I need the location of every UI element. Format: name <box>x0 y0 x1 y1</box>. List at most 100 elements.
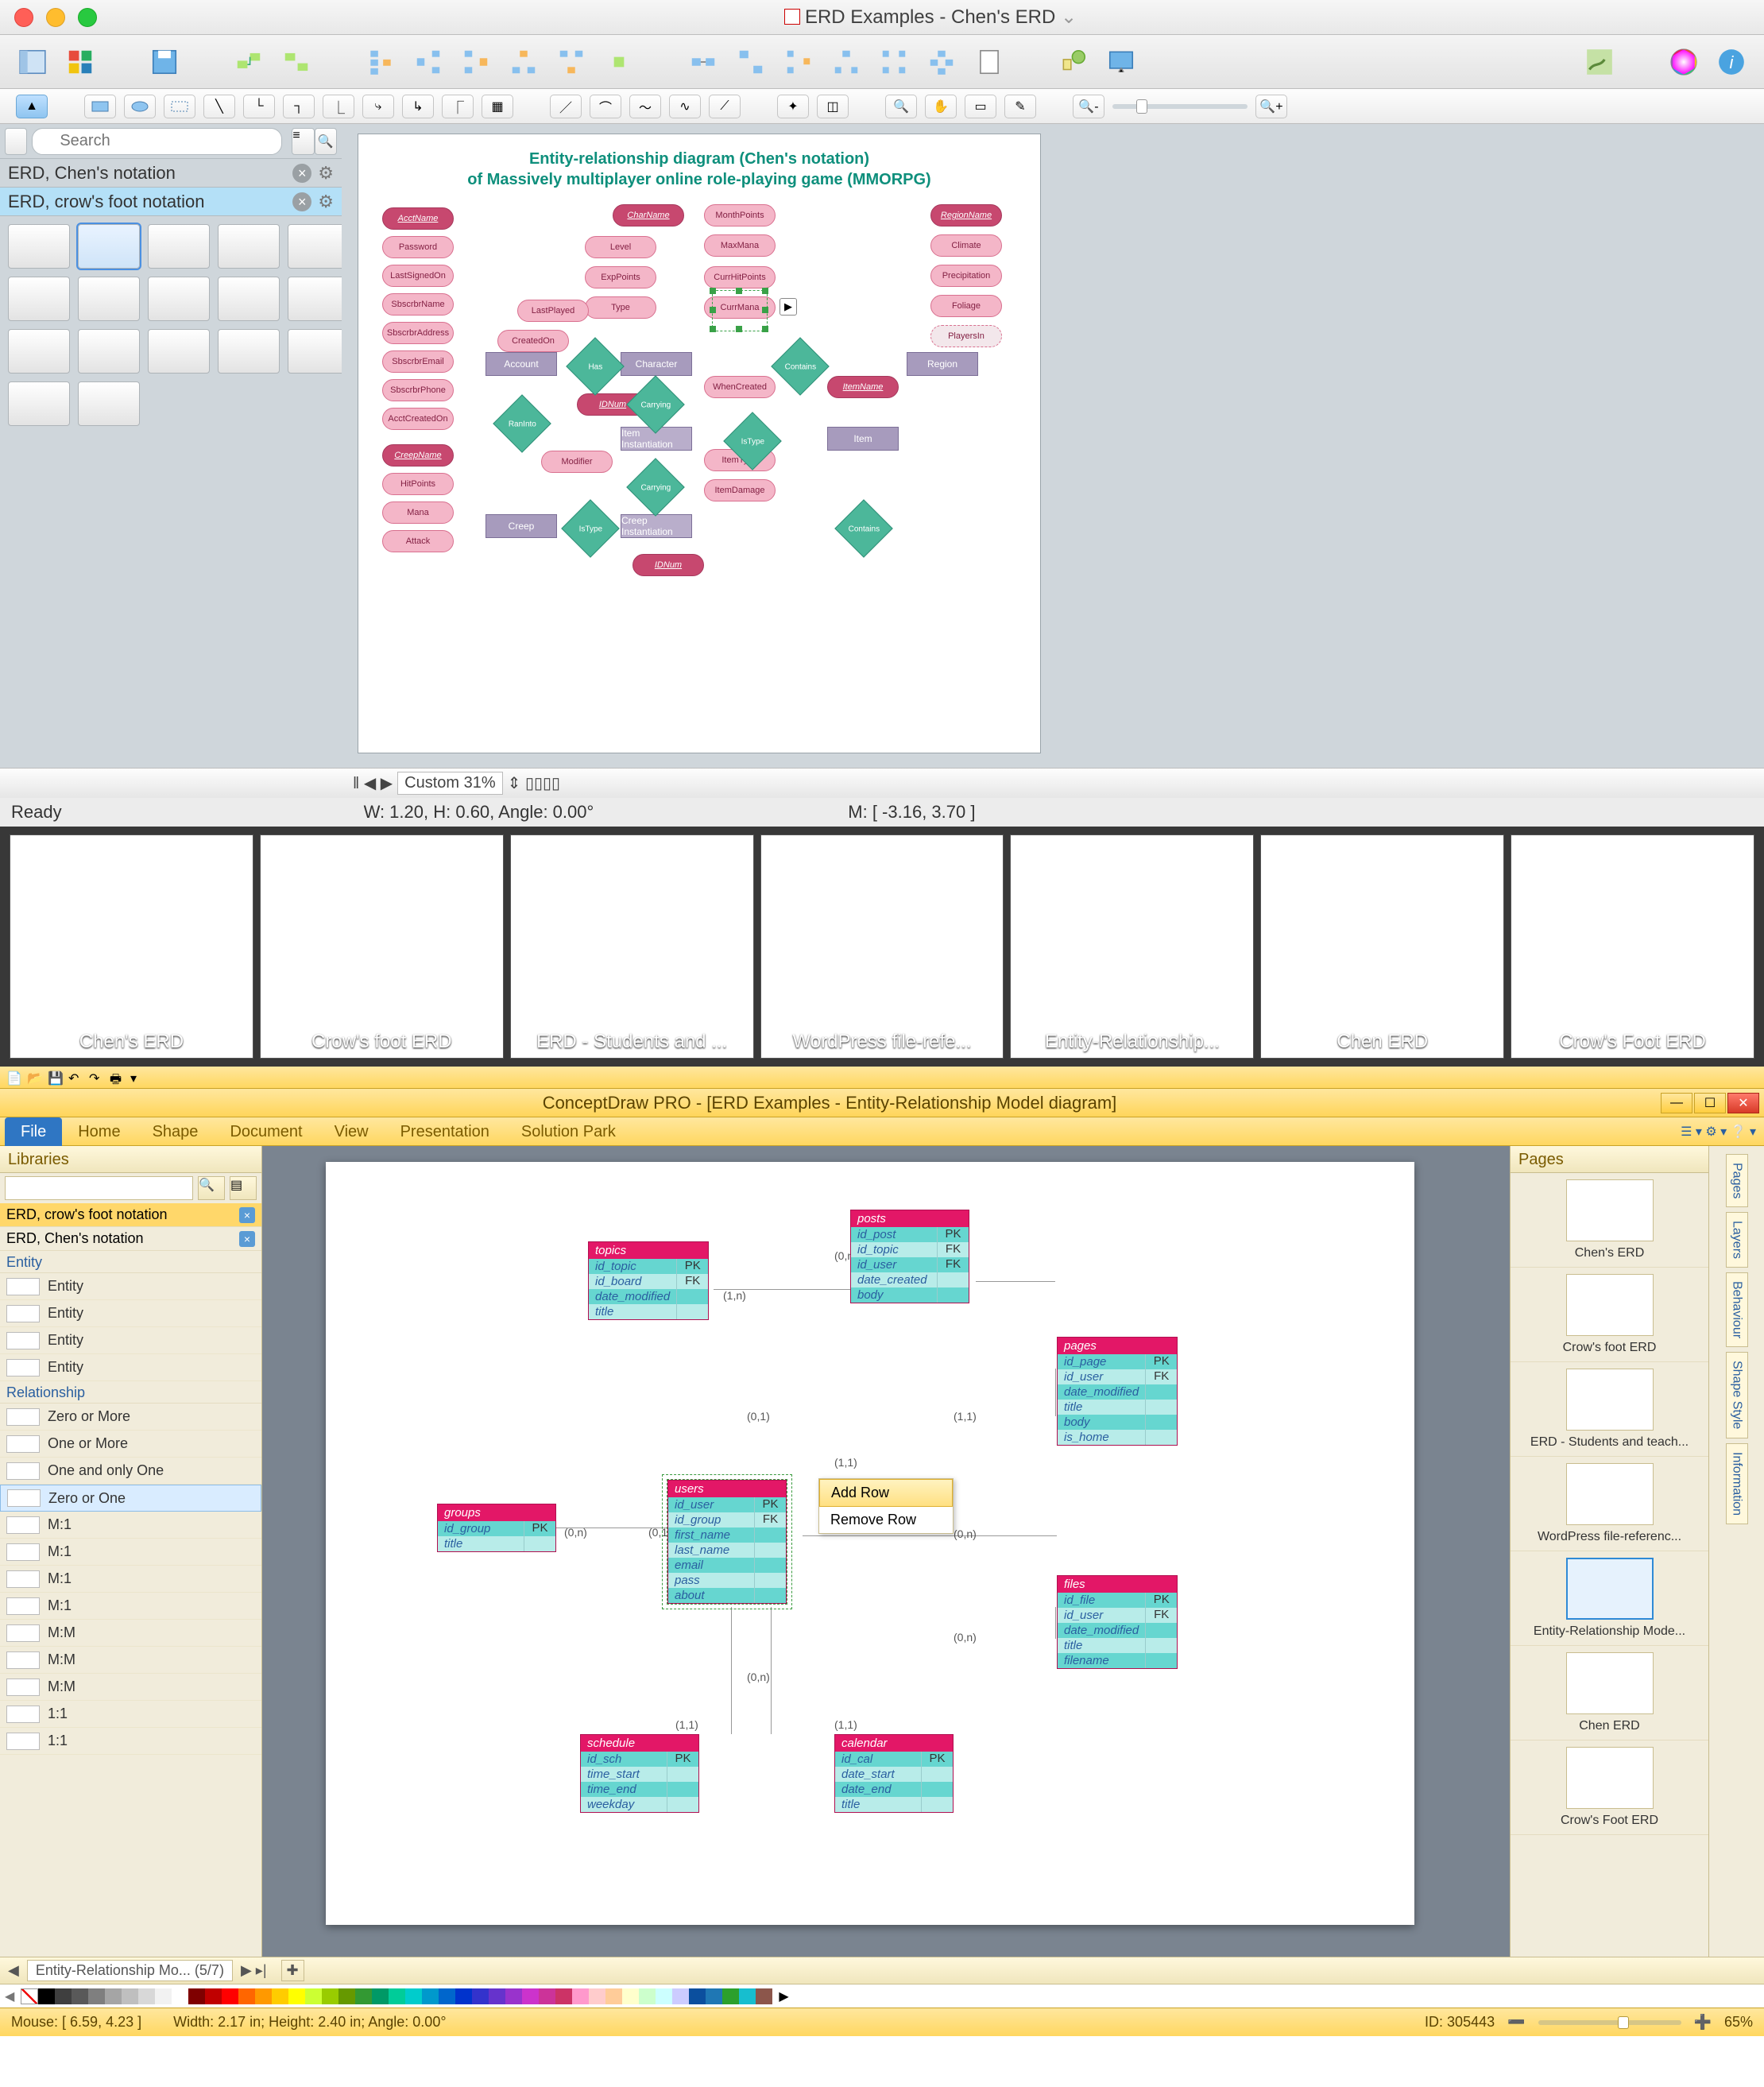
close-library-icon[interactable]: × <box>292 192 311 211</box>
color-swatch[interactable] <box>389 1988 405 2004</box>
diagram-node[interactable]: Contains <box>771 337 830 396</box>
db-table-schedule[interactable]: scheduleid_schPKtime_starttime_endweekda… <box>580 1734 699 1813</box>
gear-icon[interactable]: ⚙ <box>318 192 334 212</box>
page-thumb[interactable]: ERD - Students and teach... <box>1511 1362 1708 1457</box>
color-swatch[interactable] <box>539 1988 555 2004</box>
diagram-node[interactable]: ItemDamage <box>704 479 776 501</box>
sidebar-search-input[interactable] <box>32 128 282 155</box>
bezier-tool[interactable]: ∿ <box>669 95 701 118</box>
zoom-slider[interactable] <box>1538 2020 1681 2025</box>
library-options-button[interactable]: ▤ <box>230 1176 257 1200</box>
tool-icon[interactable] <box>459 45 493 79</box>
polyline-tool[interactable]: ⟋ <box>709 95 741 118</box>
stencil-item[interactable]: Zero or More <box>0 1404 261 1431</box>
db-table-calendar[interactable]: calendarid_calPKdate_startdate_endtitle <box>834 1734 954 1813</box>
db-table-pages[interactable]: pagesid_pagePKid_userFKdate_modifiedtitl… <box>1057 1337 1178 1446</box>
connector-tool[interactable]: └ <box>243 95 275 118</box>
search-icon[interactable]: 🔍 <box>315 128 337 155</box>
search-button[interactable]: 🔍 <box>198 1176 225 1200</box>
diagram-node[interactable]: MonthPoints <box>704 204 776 227</box>
stencil[interactable] <box>78 329 140 374</box>
tool-icon[interactable] <box>507 45 540 79</box>
sidebar-list-toggle[interactable]: ≡ <box>292 128 314 155</box>
diagram-node[interactable]: SbscrbrAddress <box>382 322 454 344</box>
stencil[interactable] <box>78 224 140 269</box>
diagram-node[interactable]: ExpPoints <box>585 266 656 288</box>
diagram-node[interactable]: Creep Instantiation <box>621 514 692 538</box>
map-icon[interactable] <box>1583 45 1616 79</box>
color-swatch[interactable] <box>88 1988 105 2004</box>
add-page-button[interactable]: ✚ <box>281 1960 304 1981</box>
qat-icon[interactable]: 📄 <box>6 1071 21 1085</box>
diagram-node[interactable]: CreepName <box>382 444 454 467</box>
page-thumb[interactable]: Chen's ERD <box>1511 1173 1708 1268</box>
color-swatch[interactable] <box>138 1988 155 2004</box>
ribbon-tab[interactable]: Home <box>62 1117 136 1146</box>
diagram-node[interactable]: Contains <box>834 499 893 558</box>
hand-tool[interactable]: ✋ <box>925 95 957 118</box>
page-thumb[interactable]: Entity-Relationship Mode... <box>1511 1551 1708 1646</box>
stencil-item[interactable]: M:M <box>0 1620 261 1647</box>
text-tool[interactable] <box>164 95 195 118</box>
win-canvas-area[interactable]: (1,n) (0,n) (1,1) (0,1) (0,n) (0,1) (1,1… <box>262 1146 1510 1957</box>
page-thumbnail[interactable]: Chen ERD <box>1260 834 1504 1059</box>
color-swatch[interactable] <box>706 1988 722 2004</box>
ribbon-tab[interactable]: View <box>319 1117 385 1146</box>
qat-icon[interactable]: 📂 <box>27 1071 41 1085</box>
qat-icon[interactable]: 💾 <box>48 1071 62 1085</box>
diagram-node[interactable]: AcctName <box>382 207 454 230</box>
diagram-node[interactable]: IsType <box>561 499 620 558</box>
qat-icon[interactable]: ▾ <box>130 1071 145 1085</box>
tool-icon[interactable] <box>555 45 588 79</box>
zoom-in-button[interactable]: ➕ <box>1694 2014 1712 2031</box>
diagram-node[interactable]: Modifier <box>541 451 613 473</box>
color-swatch[interactable] <box>322 1988 338 2004</box>
side-tab[interactable]: Behaviour <box>1726 1272 1748 1347</box>
page-icon[interactable] <box>973 45 1006 79</box>
diagram-node[interactable]: LastPlayed <box>517 300 589 322</box>
diagram-node[interactable]: CurrHitPoints <box>704 266 776 288</box>
close-library-icon[interactable]: × <box>292 164 311 183</box>
page-thumbnail[interactable]: Chen's ERD <box>10 834 253 1059</box>
diagram-node[interactable]: CreatedOn <box>497 330 569 352</box>
diagram-node[interactable]: MaxMana <box>704 234 776 257</box>
color-swatch[interactable] <box>72 1988 88 2004</box>
color-swatch[interactable] <box>255 1988 272 2004</box>
db-table-files[interactable]: filesid_filePKid_userFKdate_modifiedtitl… <box>1057 1575 1178 1669</box>
color-swatch[interactable] <box>405 1988 422 2004</box>
stencil[interactable] <box>218 277 280 321</box>
smart-action-button[interactable]: ▶ <box>779 298 797 316</box>
color-swatch[interactable] <box>505 1988 522 2004</box>
db-table-topics[interactable]: topicsid_topicPKid_boardFKdate_modifiedt… <box>588 1241 709 1320</box>
line-draw-tool[interactable]: ／ <box>550 95 582 118</box>
diagram-node[interactable]: LastSignedOn <box>382 265 454 287</box>
stencil-item[interactable]: M:1 <box>0 1539 261 1566</box>
stencil[interactable] <box>288 224 350 269</box>
color-swatch[interactable] <box>288 1988 305 2004</box>
close-button[interactable]: ✕ <box>1727 1093 1759 1113</box>
tool-icon[interactable] <box>830 45 863 79</box>
diagram-node[interactable]: AcctCreatedOn <box>382 408 454 430</box>
connector-tool[interactable]: ↳ <box>402 95 434 118</box>
db-table-groups[interactable]: groupsid_groupPKtitle <box>437 1504 556 1552</box>
color-swatch[interactable] <box>489 1988 505 2004</box>
color-swatch[interactable] <box>555 1988 572 2004</box>
eyedropper-tool[interactable]: ✎ <box>1004 95 1036 118</box>
side-tab[interactable]: Shape Style <box>1726 1352 1748 1438</box>
diagram-node[interactable]: Item <box>827 427 899 451</box>
stencil-item[interactable]: Entity <box>0 1300 261 1327</box>
color-swatch[interactable] <box>472 1988 489 2004</box>
diagram-node[interactable]: Climate <box>930 234 1002 257</box>
stencil[interactable] <box>288 329 350 374</box>
crop-tool[interactable]: ◫ <box>817 95 849 118</box>
arc-tool[interactable]: ⌒ <box>590 95 621 118</box>
library-row[interactable]: ERD, crow's foot notation×⚙ <box>0 188 342 216</box>
color-swatch[interactable] <box>572 1988 589 2004</box>
qat-icon[interactable]: ↷ <box>89 1071 103 1085</box>
stencil[interactable] <box>78 277 140 321</box>
minimize-button[interactable]: — <box>1661 1093 1692 1113</box>
no-fill-swatch[interactable] <box>21 1988 38 2004</box>
page-thumbnail[interactable]: ERD - Students and ... <box>510 834 754 1059</box>
library-row[interactable]: ERD, Chen's notation×⚙ <box>0 159 342 188</box>
diagram-node[interactable]: Creep <box>485 514 557 538</box>
